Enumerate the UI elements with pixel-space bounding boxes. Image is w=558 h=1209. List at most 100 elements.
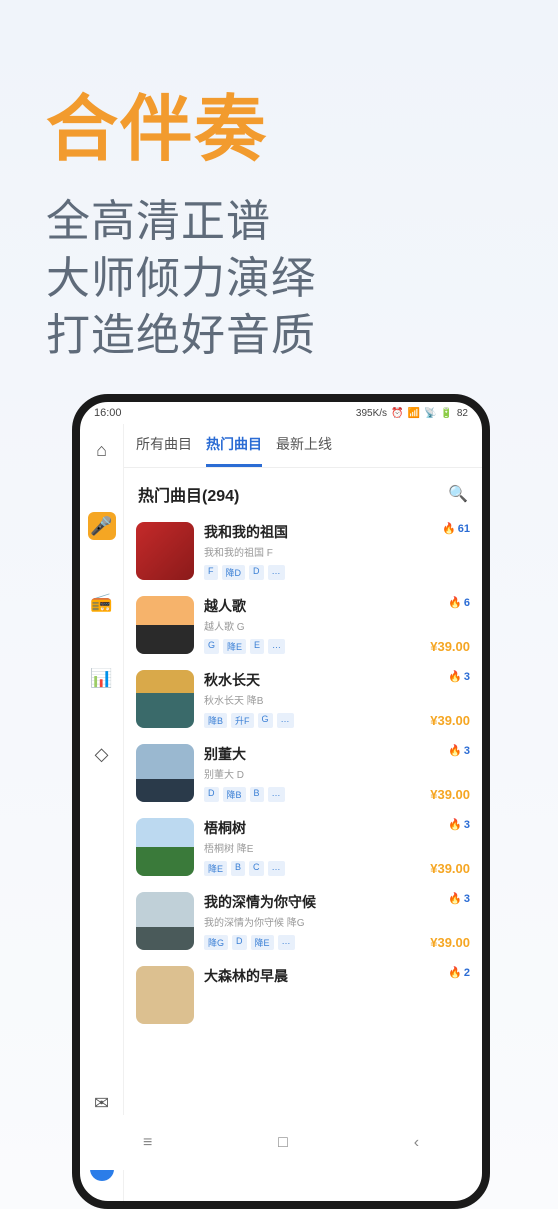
song-info: 别董大🔥 3别董大 DD降BB…¥39.00 <box>204 744 470 802</box>
song-thumbnail <box>136 818 194 876</box>
status-time: 16:00 <box>94 407 122 419</box>
song-tags: F 降DD … <box>204 565 285 580</box>
song-thumbnail <box>136 670 194 728</box>
song-subtitle: 秋水长天 降B <box>204 692 470 707</box>
key-tag[interactable]: D <box>249 565 264 580</box>
key-tag[interactable]: F <box>204 565 218 580</box>
song-info: 大森林的早晨 🔥 2 <box>204 966 470 1024</box>
hot-badge: 🔥 6 <box>448 596 470 609</box>
key-tag[interactable]: … <box>277 713 294 728</box>
song-list[interactable]: 我和我的祖国🔥 61我和我的祖国 FF降DD…越人歌🔥 6越人歌 GG降EE…¥… <box>124 514 482 1201</box>
key-tag[interactable]: … <box>268 565 285 580</box>
sidebar: ⌂ 🎤 📻 📊 ◇ ✉ <box>80 424 124 1201</box>
search-icon[interactable]: 🔍 <box>448 484 468 504</box>
song-row[interactable]: 大森林的早晨 🔥 2 <box>136 958 470 1032</box>
hot-badge: 🔥 3 <box>448 818 470 831</box>
key-tag[interactable]: B <box>250 787 264 802</box>
nav-menu-button[interactable]: ≡ <box>143 1134 152 1152</box>
key-tag[interactable]: 降E <box>251 935 274 950</box>
key-tag[interactable]: D <box>232 935 247 950</box>
song-info: 我和我的祖国 🔥 61 我和我的祖国 F F 降DD … <box>204 522 470 580</box>
song-title: 秋水长天 <box>204 670 260 690</box>
key-tag[interactable]: … <box>278 935 295 950</box>
battery-icon: 🔋 <box>440 408 452 419</box>
song-thumbnail <box>136 596 194 654</box>
song-price: ¥39.00 <box>430 935 470 950</box>
key-tag[interactable]: … <box>268 639 285 654</box>
key-tag[interactable]: 降B <box>223 787 246 802</box>
tab-all[interactable]: 所有曲目 <box>136 434 192 467</box>
promo-line: 打造绝好音质 <box>46 307 558 364</box>
mic-icon[interactable]: 🎤 <box>88 512 116 540</box>
song-info: 梧桐树 🔥 3 梧桐树 降E 降E BC … ¥39.00 <box>204 818 470 876</box>
key-tag[interactable]: … <box>268 787 285 802</box>
song-subtitle: 我和我的祖国 F <box>204 544 470 559</box>
hot-badge: 🔥 2 <box>448 966 470 979</box>
song-info: 越人歌🔥 6越人歌 GG降EE…¥39.00 <box>204 596 470 654</box>
song-title: 大森林的早晨 <box>204 966 288 986</box>
song-tags: D 降B B … <box>204 787 285 802</box>
key-tag[interactable]: 降D <box>222 565 246 580</box>
key-tag[interactable]: G <box>204 639 219 654</box>
key-tag[interactable]: B <box>231 861 245 876</box>
nav-home-button[interactable]: □ <box>278 1134 288 1152</box>
flame-icon: 🔥 <box>442 522 456 535</box>
flame-icon: 🔥 <box>448 966 462 979</box>
song-row[interactable]: 秋水长天 🔥 3 秋水长天 降B 降B 升F G … ¥39.00 <box>136 662 470 736</box>
diamond-icon[interactable]: ◇ <box>88 740 116 768</box>
flame-icon: 🔥 <box>448 596 462 609</box>
key-tag[interactable]: C <box>249 861 264 876</box>
key-tag[interactable]: 降B <box>204 713 227 728</box>
song-row[interactable]: 我和我的祖国 🔥 61 我和我的祖国 F F 降DD … <box>136 514 470 588</box>
song-price: ¥39.00 <box>430 713 470 728</box>
song-price: ¥39.00 <box>430 639 470 654</box>
key-tag[interactable]: 降E <box>204 861 227 876</box>
song-title: 我和我的祖国 <box>204 522 288 542</box>
signal-icon: 📶 <box>408 408 420 419</box>
song-info: 我的深情为你守候🔥 3我的深情为你守候 降G降GD降E…¥39.00 <box>204 892 470 950</box>
promo-line: 全高清正谱 <box>46 193 558 250</box>
mail-icon[interactable]: ✉ <box>88 1089 116 1117</box>
key-tag[interactable]: 降G <box>204 935 228 950</box>
song-title: 梧桐树 <box>204 818 246 838</box>
chart-icon[interactable]: 📊 <box>88 664 116 692</box>
song-row[interactable]: 我的深情为你守候🔥 3我的深情为你守候 降G降GD降E…¥39.00 <box>136 884 470 958</box>
song-thumbnail <box>136 522 194 580</box>
flame-icon: 🔥 <box>448 744 462 757</box>
key-tag[interactable]: D <box>204 787 219 802</box>
wifi-icon: 📡 <box>424 408 436 419</box>
key-tag[interactable]: G <box>258 713 273 728</box>
hot-badge: 🔥 61 <box>442 522 470 535</box>
key-tag[interactable]: … <box>268 861 285 876</box>
tab-new[interactable]: 最新上线 <box>276 434 332 467</box>
nav-back-button[interactable]: ‹ <box>414 1134 419 1152</box>
status-net: 395K/s <box>356 408 387 419</box>
promo-line: 大师倾力演绎 <box>46 250 558 307</box>
tab-hot[interactable]: 热门曲目 <box>206 434 262 467</box>
key-tag[interactable]: E <box>250 639 264 654</box>
flame-icon: 🔥 <box>448 670 462 683</box>
home-icon[interactable]: ⌂ <box>88 436 116 464</box>
alarm-icon: ⏰ <box>391 408 403 419</box>
song-row[interactable]: 梧桐树 🔥 3 梧桐树 降E 降E BC … ¥39.00 <box>136 810 470 884</box>
song-price: ¥39.00 <box>430 787 470 802</box>
song-row[interactable]: 别董大🔥 3别董大 DD降BB…¥39.00 <box>136 736 470 810</box>
key-tag[interactable]: 升F <box>231 713 254 728</box>
hot-badge: 🔥 3 <box>448 892 470 905</box>
song-tags: 降G D 降E … <box>204 935 295 950</box>
main-content: 所有曲目 热门曲目 最新上线 热门曲目(294) 🔍 我和我的祖国🔥 61我和我… <box>124 424 482 1201</box>
song-price: ¥39.00 <box>430 861 470 876</box>
song-row[interactable]: 越人歌🔥 6越人歌 GG降EE…¥39.00 <box>136 588 470 662</box>
hot-badge: 🔥 3 <box>448 670 470 683</box>
key-tag[interactable]: 降E <box>223 639 246 654</box>
song-title: 我的深情为你守候 <box>204 892 316 912</box>
hot-badge: 🔥 3 <box>448 744 470 757</box>
radio-icon[interactable]: 📻 <box>88 588 116 616</box>
song-subtitle: 梧桐树 降E <box>204 840 470 855</box>
promo-subtitle: 全高清正谱 大师倾力演绎 打造绝好音质 <box>0 193 558 365</box>
flame-icon: 🔥 <box>448 892 462 905</box>
song-tags: 降B 升F G … <box>204 713 294 728</box>
status-right: 395K/s ⏰ 📶 📡 🔋 82 <box>356 408 468 419</box>
status-bar: 16:00 395K/s ⏰ 📶 📡 🔋 82 <box>80 402 482 424</box>
song-title: 别董大 <box>204 744 246 764</box>
